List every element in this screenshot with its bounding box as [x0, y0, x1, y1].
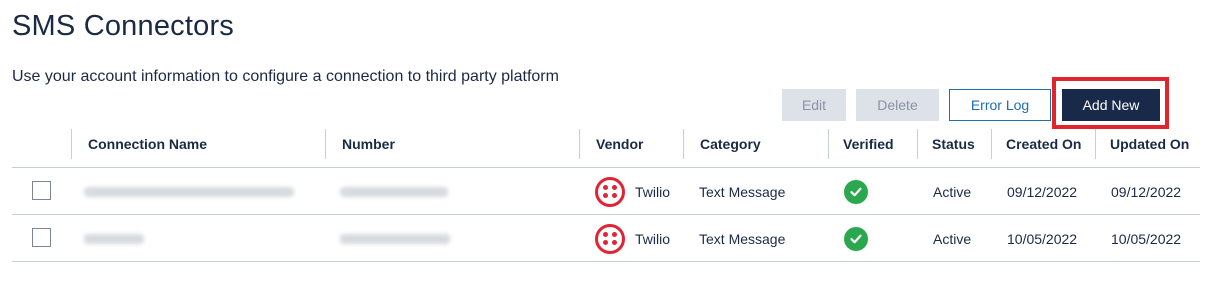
table-row[interactable]: Twilio Text Message Active 09/12/2022 09… — [12, 168, 1200, 215]
twilio-logo-icon — [595, 223, 625, 254]
verified-check-icon — [844, 179, 868, 204]
row-checkbox[interactable] — [32, 181, 51, 200]
header-status[interactable]: Status — [917, 129, 991, 159]
updated-on-cell: 09/12/2022 — [1111, 183, 1182, 200]
category-cell: Text Message — [699, 230, 786, 247]
edit-button[interactable]: Edit — [782, 89, 846, 121]
redacted-connection-name — [84, 233, 144, 244]
add-new-highlight — [1052, 77, 1169, 129]
number-cell — [340, 168, 448, 215]
created-on-cell: 10/05/2022 — [1007, 230, 1078, 247]
connectors-table: Connection Name Number Vendor Category V… — [12, 128, 1200, 262]
connection-name-cell — [84, 168, 294, 215]
verified-cell — [844, 168, 868, 215]
vendor-cell: Twilio — [595, 215, 670, 262]
status-cell: Active — [933, 230, 972, 247]
number-cell — [340, 215, 450, 262]
verified-cell — [844, 215, 868, 262]
category-cell: Text Message — [699, 183, 786, 200]
twilio-logo-icon — [595, 176, 625, 207]
created-on-cell: 09/12/2022 — [1007, 183, 1078, 200]
row-checkbox[interactable] — [32, 228, 51, 247]
header-number[interactable]: Number — [325, 129, 579, 159]
header-vendor[interactable]: Vendor — [579, 129, 683, 159]
connection-name-cell — [84, 215, 144, 262]
header-updated-on[interactable]: Updated On — [1095, 129, 1200, 159]
updated-on-cell: 10/05/2022 — [1111, 230, 1182, 247]
vendor-name: Twilio — [635, 183, 671, 200]
header-verified[interactable]: Verified — [828, 129, 917, 159]
toolbar: Edit Delete Error Log Add New — [0, 89, 1216, 123]
header-category[interactable]: Category — [683, 129, 828, 159]
header-connection-name[interactable]: Connection Name — [71, 129, 325, 159]
redacted-connection-name — [84, 186, 294, 197]
status-cell: Active — [933, 183, 972, 200]
vendor-name: Twilio — [635, 230, 671, 247]
redacted-number — [340, 233, 450, 244]
table-header: Connection Name Number Vendor Category V… — [12, 128, 1200, 168]
redacted-number — [340, 186, 448, 197]
verified-check-icon — [844, 226, 868, 251]
page-description: Use your account information to configur… — [12, 68, 559, 85]
error-log-button[interactable]: Error Log — [949, 89, 1051, 121]
table-row[interactable]: Twilio Text Message Active 10/05/2022 10… — [12, 215, 1200, 262]
delete-button[interactable]: Delete — [856, 89, 939, 121]
vendor-cell: Twilio — [595, 168, 670, 215]
page-title: SMS Connectors — [12, 10, 234, 42]
header-created-on[interactable]: Created On — [991, 129, 1095, 159]
